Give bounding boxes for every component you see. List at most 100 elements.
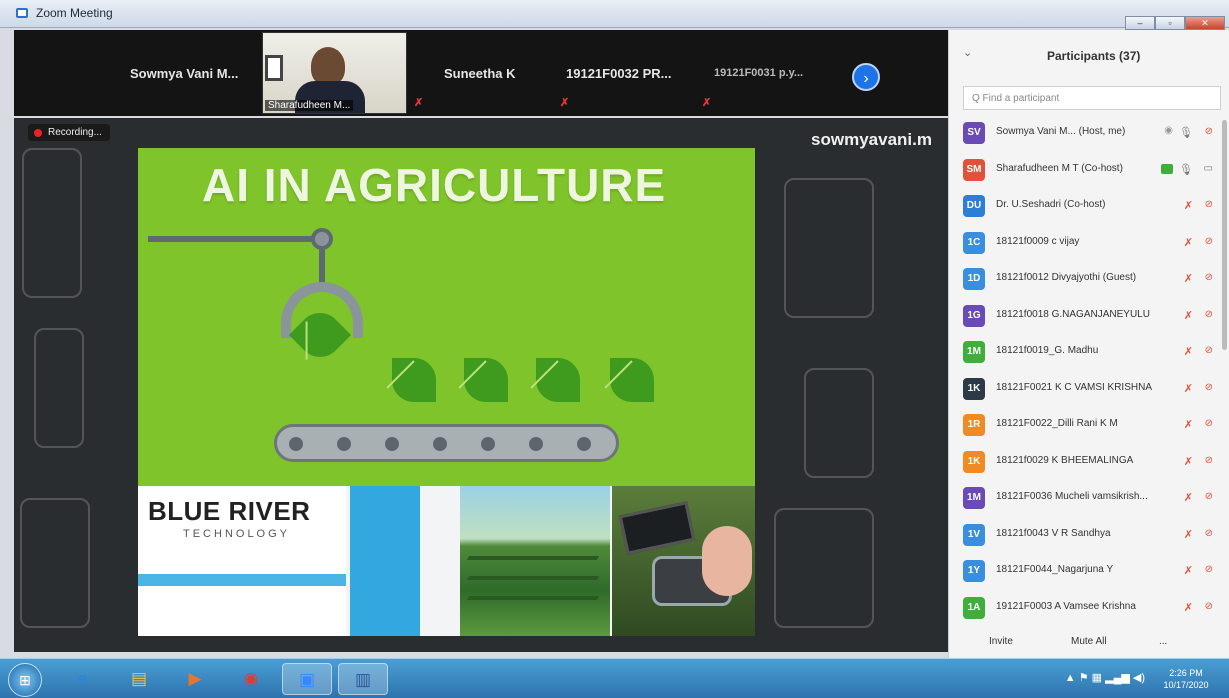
media-player-icon[interactable]: ▶ [170, 663, 220, 695]
zoom-icon[interactable]: ▣ [282, 663, 332, 695]
participant-row[interactable]: 1K 18121f0029 K BHEEMALINGA ✗ ⊘ [949, 445, 1225, 481]
participant-list-scrollbar[interactable] [1222, 120, 1227, 350]
microphone-muted-icon[interactable]: ✗ [1184, 199, 1193, 212]
video-tile-camera[interactable]: Sharafudheen M... [262, 32, 407, 114]
avatar: 1K [963, 450, 985, 473]
more-options-button[interactable]: ... [1159, 636, 1167, 647]
next-page-button[interactable]: › [852, 63, 880, 91]
participant-row[interactable]: 1G 18121f0018 G.NAGANJANEYULU ✗ ⊘ [949, 299, 1225, 335]
participant-row[interactable]: DU Dr. U.Seshadri (Co-host) ✗ ⊘ [949, 189, 1225, 225]
maximize-button[interactable]: ▫ [1155, 16, 1185, 30]
microphone-muted-icon[interactable]: ✗ [1184, 345, 1193, 358]
participant-name: 18121F0022_Dilli Rani K M [996, 418, 1118, 429]
video-camera-off-icon[interactable]: ⊘ [1205, 272, 1213, 283]
internet-explorer-icon[interactable]: e [58, 663, 108, 695]
video-camera-off-icon[interactable]: ⊘ [1205, 345, 1213, 356]
windows-taskbar: ⊞ e ▤ ▶ ◉ ▣ ▥ ▲ ⚑ ▦ ▂▄▆ ◀) 2:26 PM 10/17/2020 [0, 658, 1229, 698]
chrome-icon[interactable]: ◉ [226, 663, 276, 695]
video-camera-off-icon[interactable]: ⊘ [1205, 564, 1213, 575]
leaf-icon [464, 358, 508, 402]
taskbar-clock[interactable]: 2:26 PM 10/17/2020 [1151, 667, 1221, 691]
close-button[interactable]: ✕ [1185, 16, 1225, 30]
video-camera-off-icon[interactable]: ⊘ [1205, 309, 1213, 320]
participant-list: SV Sowmya Vani M... (Host, me) ◉ 🎙 ⊘ SM Sharaf… [949, 116, 1229, 626]
robot-arm-shape [319, 248, 325, 286]
video-camera-off-icon[interactable]: ⊘ [1205, 236, 1213, 247]
participant-row[interactable]: 1R 18121F0022_Dilli Rani K M ✗ ⊘ [949, 408, 1225, 444]
window-title: Zoom Meeting [36, 6, 113, 20]
zoom-app-icon [16, 8, 28, 18]
avatar: 1R [963, 414, 985, 436]
tray-icons[interactable]: ▲ ⚑ ▦ ▂▄▆ ◀) [1065, 671, 1145, 684]
crop-row-shape [466, 596, 600, 600]
crop-row-shape [466, 576, 600, 580]
video-tile-name[interactable]: 19121F0032 PR... [566, 66, 672, 81]
minimize-button[interactable]: – [1125, 16, 1155, 30]
circuit-decoration [34, 328, 84, 448]
window-controls: – ▫ ✕ [1125, 16, 1225, 30]
participant-row[interactable]: 1D 18121f0012 Divyajyothi (Guest) ✗ ⊘ [949, 262, 1225, 298]
video-camera-off-icon[interactable]: ⊘ [1205, 382, 1213, 393]
microphone-muted-icon[interactable]: ✗ [1184, 455, 1193, 468]
logo-subtitle: TECHNOLOGY [183, 528, 291, 540]
microphone-muted-icon[interactable]: ✗ [1184, 418, 1193, 431]
mic-muted-icon: ✗ [702, 97, 712, 109]
microphone-muted-icon[interactable]: ✗ [1184, 528, 1193, 541]
invite-button[interactable]: Invite [989, 636, 1013, 647]
microphone-muted-icon[interactable]: ✗ [1184, 564, 1193, 577]
microphone-muted-icon[interactable]: ✗ [1184, 491, 1193, 504]
windows-start-icon[interactable]: ⊞ [8, 663, 42, 697]
video-camera-off-icon[interactable]: ⊘ [1205, 126, 1213, 137]
participant-row[interactable]: 1K 18121F0021 K C VAMSI KRISHNA ✗ ⊘ [949, 372, 1225, 408]
logo-name: BLUE RIVER [148, 496, 311, 526]
blue-river-logo: BLUE RIVER TECHNOLOGY [138, 486, 346, 636]
video-camera-off-icon[interactable]: ⊘ [1205, 601, 1213, 612]
participant-row[interactable]: 1Y 18121F0044_Nagarjuna Y ✗ ⊘ [949, 554, 1225, 590]
logo-band-shape [138, 574, 346, 586]
collapse-chevron-icon[interactable]: ⌄ [963, 46, 972, 59]
belt-roller-shape [337, 437, 351, 451]
video-camera-off-icon[interactable]: ⊘ [1205, 418, 1213, 429]
video-camera-icon[interactable]: ▭ [1204, 163, 1213, 174]
belt-roller-shape [289, 437, 303, 451]
video-camera-off-icon[interactable]: ⊘ [1205, 455, 1213, 466]
window-titlebar: Zoom Meeting – ▫ ✕ [0, 0, 1229, 30]
participant-row[interactable]: 1A 19121F0003 A Vamsee Krishna ✗ ⊘ [949, 591, 1225, 627]
farm-field-image [460, 486, 610, 636]
participant-row[interactable]: SM Sharafudheen M T (Co-host) 🎙 ▭ [949, 153, 1225, 189]
microphone-muted-icon[interactable]: ✗ [1184, 601, 1193, 614]
avatar: DU [963, 195, 985, 217]
word-document-icon[interactable]: ▥ [338, 663, 388, 695]
participant-row[interactable]: 1M 18121F0036 Mucheli vamsikrish... ✗ ⊘ [949, 481, 1225, 517]
video-camera-off-icon[interactable]: ⊘ [1205, 528, 1213, 539]
video-camera-off-icon[interactable]: ⊘ [1205, 491, 1213, 502]
microphone-icon[interactable]: 🎙 [1179, 163, 1193, 176]
participant-head-shape [311, 47, 345, 85]
avatar: 1A [963, 596, 985, 619]
avatar: 1D [963, 268, 985, 290]
participant-row[interactable]: 1C 18121f0009 c vijay ✗ ⊘ [949, 226, 1225, 262]
video-tile-name[interactable]: 19121F0031 p.y... [714, 67, 803, 79]
microphone-muted-icon[interactable]: ✗ [1184, 309, 1193, 322]
microphone-icon[interactable]: 🎙 [1179, 126, 1193, 139]
microphone-muted-icon[interactable]: ✗ [1184, 236, 1193, 249]
mute-all-button[interactable]: Mute All [1071, 636, 1107, 647]
recording-indicator[interactable]: Recording... [28, 124, 110, 141]
participant-name: 18121f0019_G. Madhu [996, 345, 1099, 356]
participant-name: 19121F0003 A Vamsee Krishna [996, 600, 1136, 612]
avatar: SV [963, 122, 985, 144]
participant-row[interactable]: SV Sowmya Vani M... (Host, me) ◉ 🎙 ⊘ [949, 116, 1225, 152]
file-explorer-icon[interactable]: ▤ [114, 663, 164, 695]
search-participant-input[interactable] [963, 86, 1221, 110]
video-camera-off-icon[interactable]: ⊘ [1205, 199, 1213, 210]
microphone-muted-icon[interactable]: ✗ [1184, 382, 1193, 395]
participants-title: Participants (37) [1047, 49, 1141, 63]
participants-header: ⌄ Participants (37) [949, 30, 1229, 78]
microphone-muted-icon[interactable]: ✗ [1184, 272, 1193, 285]
mic-muted-icon: ✗ [560, 97, 570, 109]
video-tile-name[interactable]: Sowmya Vani M... [130, 66, 238, 81]
participant-row[interactable]: 1V 18121f0043 V R Sandhya ✗ ⊘ [949, 518, 1225, 554]
participant-name: 18121F0044_Nagarjuna Y [996, 564, 1114, 575]
video-tile-name[interactable]: Suneetha K [444, 66, 516, 81]
participant-row[interactable]: 1M 18121f0019_G. Madhu ✗ ⊘ [949, 335, 1225, 371]
